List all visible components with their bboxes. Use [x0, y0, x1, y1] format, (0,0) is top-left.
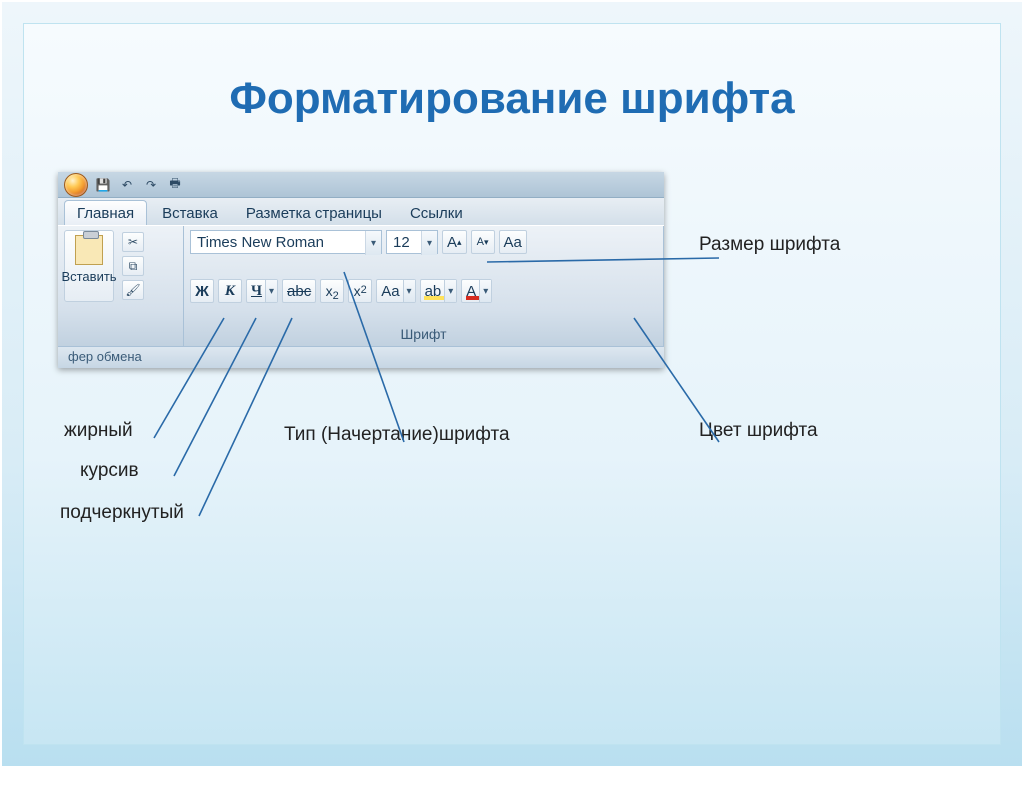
redo-icon[interactable]: ↷ [142, 176, 160, 194]
shrink-font-button[interactable]: A▾ [471, 230, 495, 254]
change-case-button[interactable]: Aa▾ [376, 279, 415, 303]
save-icon[interactable]: 💾 [94, 176, 112, 194]
superscript-button[interactable]: 2 [348, 279, 372, 303]
office-button-icon[interactable] [64, 173, 88, 197]
ribbon-tabs: Главная Вставка Разметка страницы Ссылки [58, 198, 664, 226]
annotation-italic: курсив [80, 460, 139, 482]
tab-layout[interactable]: Разметка страницы [233, 200, 395, 225]
group-font-label: Шрифт [190, 326, 657, 344]
clear-formatting-button[interactable]: Aa [499, 230, 527, 254]
underline-button[interactable]: Ч▾ [246, 279, 278, 303]
bold-button[interactable]: Ж [190, 279, 214, 303]
strikethrough-button[interactable]: abc [282, 279, 316, 303]
ribbon-screenshot: 💾 ↶ ↷ 🖶 Главная Вставка Разметка страниц… [58, 172, 664, 368]
subscript-button[interactable]: 2 [320, 279, 344, 303]
font-name-input[interactable]: Times New Roman ▾ [190, 230, 382, 254]
paste-button[interactable]: Вставить [64, 230, 114, 302]
tab-insert[interactable]: Вставка [149, 200, 231, 225]
font-color-button[interactable]: A▾ [461, 279, 492, 303]
annotation-font-size: Размер шрифта [699, 234, 840, 256]
font-size-input[interactable]: 12 ▾ [386, 230, 438, 254]
group-font: Times New Roman ▾ 12 ▾ A▴ A▾ Aa Ж К [184, 226, 664, 346]
font-name-value: Times New Roman [197, 234, 324, 251]
grow-font-button[interactable]: A▴ [442, 230, 467, 254]
page-title: Форматирование шрифта [24, 74, 1000, 124]
annotation-bold: жирный [64, 420, 133, 442]
chevron-down-icon[interactable]: ▾ [365, 231, 381, 255]
format-painter-button[interactable]: 🖌 [122, 280, 144, 300]
paste-label: Вставить [61, 269, 116, 284]
annotation-font-face: Тип (Начертание)шрифта [284, 424, 510, 446]
paste-icon [75, 235, 103, 265]
annotation-lines [24, 24, 1024, 792]
undo-icon[interactable]: ↶ [118, 176, 136, 194]
slide-outer: Форматирование шрифта 💾 ↶ ↷ 🖶 Главная Вс… [0, 0, 1024, 768]
group-clipboard: Вставить ✂ ⧉ 🖌 . [58, 226, 184, 346]
text-highlight-button[interactable]: ab▾ [420, 279, 458, 303]
copy-button[interactable]: ⧉ [122, 256, 144, 276]
ribbon-body: Вставить ✂ ⧉ 🖌 . Times New Roman [58, 226, 664, 346]
tab-links[interactable]: Ссылки [397, 200, 476, 225]
clipboard-group-label-cut: фер обмена [58, 346, 664, 368]
tab-home[interactable]: Главная [64, 200, 147, 225]
slide-inner: Форматирование шрифта 💾 ↶ ↷ 🖶 Главная Вс… [24, 24, 1000, 744]
quick-print-icon[interactable]: 🖶 [166, 176, 184, 194]
chevron-down-icon[interactable]: ▾ [421, 231, 437, 255]
quick-access-toolbar: 💾 ↶ ↷ 🖶 [58, 172, 664, 198]
italic-button[interactable]: К [218, 279, 242, 303]
annotation-font-color: Цвет шрифта [699, 420, 818, 442]
cut-button[interactable]: ✂ [122, 232, 144, 252]
annotation-underline: подчеркнутый [60, 502, 184, 524]
font-size-value: 12 [393, 234, 410, 251]
